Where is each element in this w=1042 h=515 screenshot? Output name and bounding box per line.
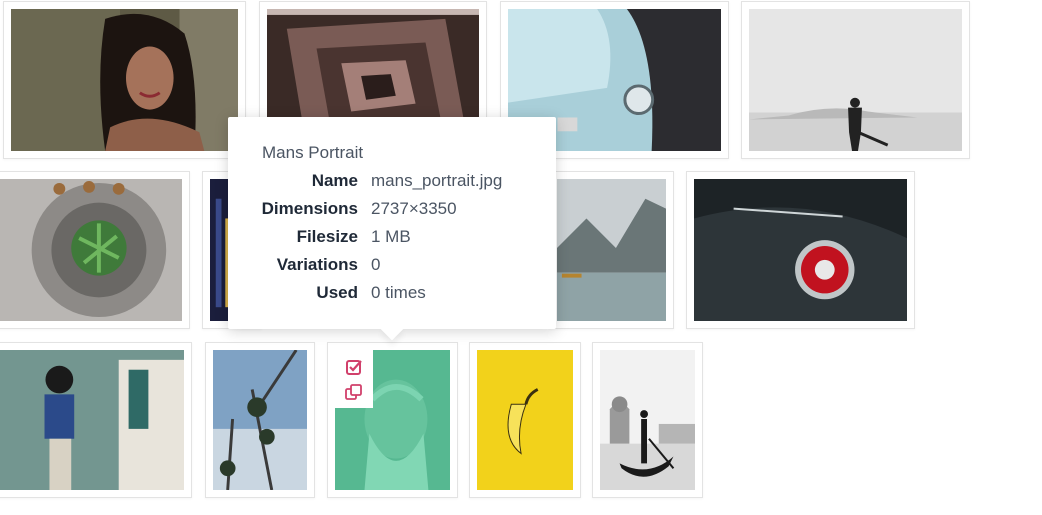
tooltip-key: Used <box>316 283 358 302</box>
tooltip-key: Variations <box>276 255 358 274</box>
tooltip-key: Filesize <box>296 227 358 246</box>
image-car-taillight <box>694 179 907 321</box>
image-palm-trees <box>213 350 307 490</box>
image-banana <box>477 350 573 490</box>
checkbox-checked-icon[interactable] <box>344 357 364 377</box>
image-guitarist-desert <box>749 9 962 151</box>
tooltip-value: 0 <box>371 255 381 274</box>
image-tile-woman-train[interactable] <box>0 342 192 498</box>
image-spiral-staircase-plant <box>0 179 182 321</box>
tooltip-value: mans_portrait.jpg <box>371 171 503 190</box>
tooltip-value: 0 times <box>371 283 426 302</box>
image-tile-banana[interactable] <box>469 342 581 498</box>
image-tile-guitarist-desert[interactable] <box>741 1 970 159</box>
image-tile-venice-gondola[interactable] <box>592 342 703 498</box>
image-mountain-lake <box>557 179 666 321</box>
image-actions <box>335 350 373 408</box>
tooltip-row-variations: Variations 0 <box>228 255 556 279</box>
tooltip-value: 2737×3350 <box>371 199 457 218</box>
image-tile-old-man-portrait[interactable] <box>327 342 458 498</box>
image-woman-portrait <box>11 9 238 151</box>
image-woman-train <box>0 350 184 490</box>
tooltip-key: Name <box>311 171 358 190</box>
image-tile-woman-portrait[interactable] <box>3 1 246 159</box>
image-tile-mountain-lake[interactable] <box>549 171 674 329</box>
image-tile-car-taillight[interactable] <box>686 171 915 329</box>
image-tile-palm-trees[interactable] <box>205 342 315 498</box>
tooltip-row-name: Name mans_portrait.jpg <box>228 171 556 195</box>
tooltip-value: 1 MB <box>371 227 411 246</box>
tooltip-title: Mans Portrait <box>262 143 364 162</box>
tooltip-key: Dimensions <box>261 199 358 218</box>
tooltip-row-used: Used 0 times <box>228 283 556 307</box>
image-tile-spiral-staircase-plant[interactable] <box>0 171 190 329</box>
image-info-tooltip: Mans Portrait Name mans_portrait.jpg Dim… <box>228 117 556 329</box>
tooltip-row-dimensions: Dimensions 2737×3350 <box>228 199 556 223</box>
duplicate-icon[interactable] <box>344 382 364 402</box>
tooltip-row-filesize: Filesize 1 MB <box>228 227 556 251</box>
image-venice-gondola <box>600 350 695 490</box>
